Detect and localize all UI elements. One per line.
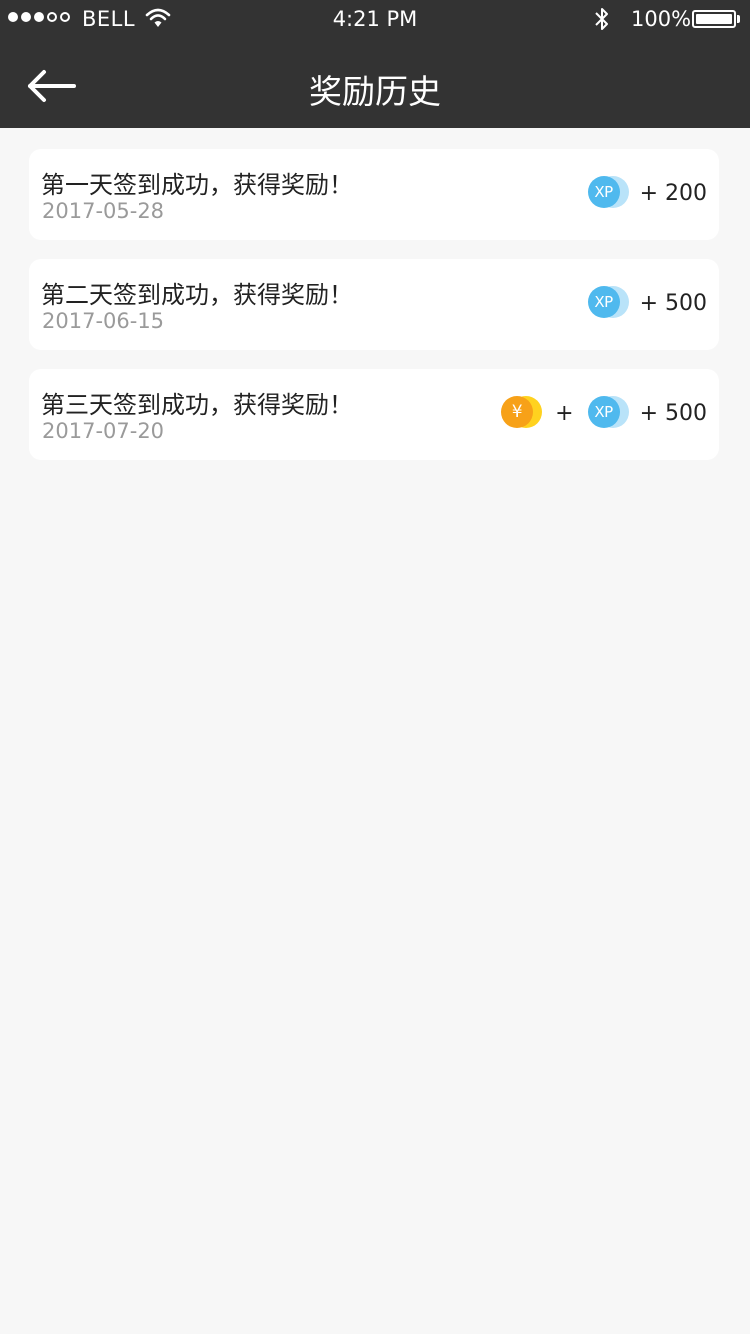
reward-record-card[interactable]: 第一天签到成功，获得奖励！ 2017-05-28 XP + 200 [29, 149, 719, 240]
xp-coin-icon: XP [587, 396, 630, 430]
record-date: 2017-05-28 [42, 199, 165, 223]
reward-summary: XP + 500 [587, 286, 707, 320]
record-date: 2017-06-15 [42, 309, 165, 333]
reward-summary: ¥ + XP + 500 [501, 396, 707, 430]
reward-plus-sign: + [555, 400, 574, 426]
battery-percentage: 100% [631, 7, 692, 31]
xp-coin-icon: XP [587, 176, 630, 210]
reward-amount: + 200 [639, 180, 707, 206]
reward-summary: XP + 200 [587, 176, 707, 210]
navigation-bar: 奖励历史 [0, 40, 750, 128]
reward-amount: + 500 [639, 400, 707, 426]
status-bar: BELL 4:21 PM 100% [0, 0, 750, 40]
reward-record-card[interactable]: 第三天签到成功，获得奖励！ 2017-07-20 ¥ + XP + 500 [29, 369, 719, 460]
yen-coin-face: ¥ [501, 396, 534, 428]
record-title: 第一天签到成功，获得奖励！ [41, 171, 353, 199]
xp-coin-face: XP [587, 286, 620, 318]
battery-level [696, 14, 732, 24]
reward-amount: + 500 [639, 290, 707, 316]
xp-coin-face: XP [587, 396, 620, 428]
page-title: 奖励历史 [309, 72, 441, 111]
bluetooth-icon [592, 5, 612, 38]
reward-history-list: 第一天签到成功，获得奖励！ 2017-05-28 XP + 200 第二天签到成… [29, 149, 719, 479]
reward-record-card[interactable]: 第二天签到成功，获得奖励！ 2017-06-15 XP + 500 [29, 259, 719, 350]
battery-icon [692, 10, 736, 28]
record-date: 2017-07-20 [42, 419, 165, 443]
top-bar: BELL 4:21 PM 100% 奖励历史 [0, 0, 750, 128]
yen-coin-icon: ¥ [501, 396, 543, 430]
xp-coin-face: XP [587, 176, 620, 208]
record-title: 第二天签到成功，获得奖励！ [41, 281, 353, 309]
battery-tip [737, 15, 740, 23]
xp-coin-icon: XP [587, 286, 630, 320]
record-title: 第三天签到成功，获得奖励！ [41, 391, 353, 419]
